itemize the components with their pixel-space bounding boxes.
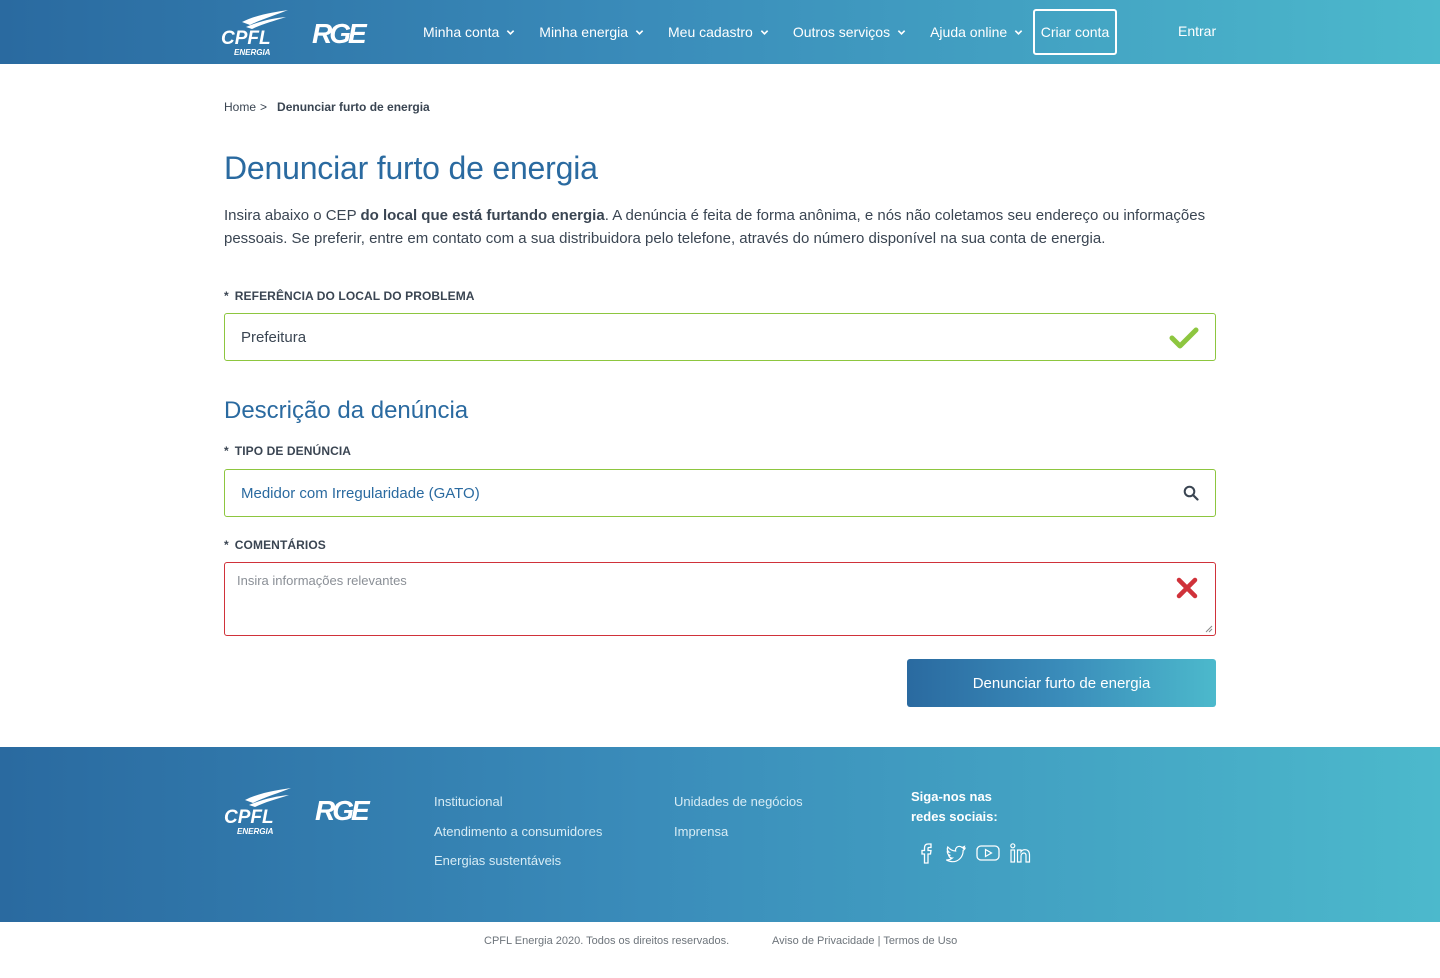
error-x-icon bbox=[1176, 577, 1198, 599]
nav-label: Outros serviços bbox=[792, 24, 891, 40]
ref-label-text: REFERÊNCIA DO LOCAL DO PROBLEMA bbox=[234, 289, 475, 303]
breadcrumb: Home > Denunciar furto de energia bbox=[224, 100, 430, 114]
cpfl-energia-logo[interactable]: CPFL ENERGIA bbox=[223, 785, 293, 837]
required-mark: * bbox=[224, 289, 229, 303]
required-mark: * bbox=[224, 538, 229, 552]
nav-minha-conta[interactable]: Minha conta bbox=[423, 24, 515, 40]
footer-cpfl-logo-text: CPFL bbox=[224, 807, 274, 828]
social-title: Siga-nos nas redes sociais: bbox=[911, 787, 998, 827]
policy-separator: | bbox=[877, 935, 881, 947]
footer-link-unidades[interactable]: Unidades de negócios bbox=[674, 793, 803, 811]
ref-field-label: * REFERÊNCIA DO LOCAL DO PROBLEMA bbox=[224, 289, 475, 303]
privacy-link[interactable]: Aviso de Privacidade bbox=[772, 935, 875, 947]
entrar-link[interactable]: Entrar bbox=[1178, 23, 1216, 39]
cpfl-logo-text: CPFL bbox=[221, 28, 271, 49]
nav-meu-cadastro[interactable]: Meu cadastro bbox=[668, 24, 769, 40]
intro-text: Insira abaixo o CEP do local que está fu… bbox=[224, 205, 1216, 250]
youtube-icon[interactable] bbox=[976, 842, 1000, 869]
tipo-label-text: TIPO DE DENÚNCIA bbox=[234, 444, 352, 458]
top-header: CPFL ENERGIA RGE Minha conta Minha energ… bbox=[0, 0, 1440, 64]
comentarios-placeholder: Insira informações relevantes bbox=[237, 573, 407, 588]
nav-minha-energia[interactable]: Minha energia bbox=[539, 24, 644, 40]
nav-label: Minha energia bbox=[539, 24, 629, 40]
nav-ajuda-online[interactable]: Ajuda online bbox=[930, 24, 1023, 40]
facebook-icon[interactable] bbox=[918, 842, 936, 869]
breadcrumb-current: Denunciar furto de energia bbox=[277, 100, 430, 114]
social-title-line2: redes sociais: bbox=[911, 809, 998, 824]
ref-local-input[interactable]: Prefeitura bbox=[224, 313, 1216, 361]
chevron-down-icon bbox=[1014, 29, 1023, 35]
chevron-down-icon bbox=[760, 29, 769, 35]
criar-conta-button[interactable]: Criar conta bbox=[1033, 9, 1117, 55]
footer-links-col1: Institucional Atendimento a consumidores… bbox=[434, 793, 602, 882]
nav-label: Minha conta bbox=[423, 24, 500, 40]
twitter-icon[interactable] bbox=[945, 842, 967, 869]
check-icon bbox=[1169, 327, 1199, 349]
ref-local-value: Prefeitura bbox=[241, 328, 307, 346]
page-title: Denunciar furto de energia bbox=[224, 150, 598, 186]
footer-link-atendimento[interactable]: Atendimento a consumidores bbox=[434, 823, 602, 841]
chevron-down-icon bbox=[897, 29, 906, 35]
comentarios-label-text: COMENTÁRIOS bbox=[234, 538, 326, 552]
comentarios-field-label: * COMENTÁRIOS bbox=[224, 538, 326, 552]
footer-link-imprensa[interactable]: Imprensa bbox=[674, 823, 803, 841]
main-nav: Minha conta Minha energia Meu cadastro O… bbox=[423, 0, 1047, 64]
social-title-line1: Siga-nos nas bbox=[911, 789, 992, 804]
denunciar-submit-button[interactable]: Denunciar furto de energia bbox=[907, 659, 1216, 707]
footer-links-col2: Unidades de negócios Imprensa bbox=[674, 793, 803, 852]
cpfl-logo-subtext: ENERGIA bbox=[234, 48, 271, 57]
copyright-text: CPFL Energia 2020. Todos os direitos res… bbox=[484, 935, 730, 947]
resize-handle-icon[interactable] bbox=[1205, 625, 1213, 633]
search-icon[interactable] bbox=[1183, 485, 1199, 501]
section-title: Descrição da denúncia bbox=[224, 397, 469, 424]
social-icons bbox=[918, 842, 1042, 869]
tipo-field-label: * TIPO DE DENÚNCIA bbox=[224, 444, 351, 458]
chevron-down-icon bbox=[635, 29, 644, 35]
intro-text-start: Insira abaixo o CEP bbox=[224, 207, 361, 224]
policy-links: Aviso de Privacidade | Termos de Uso bbox=[772, 935, 957, 947]
bottom-bar: CPFL Energia 2020. Todos os direitos res… bbox=[0, 922, 1440, 978]
footer: CPFL ENERGIA RGE Institucional Atendimen… bbox=[0, 747, 1440, 922]
footer-link-energias[interactable]: Energias sustentáveis bbox=[434, 852, 602, 870]
tipo-denuncia-value: Medidor com Irregularidade (GATO) bbox=[241, 484, 480, 502]
cpfl-energia-logo[interactable]: CPFL ENERGIA bbox=[220, 8, 290, 58]
nav-label: Ajuda online bbox=[930, 24, 1008, 40]
intro-text-bold: do local que está furtando energia bbox=[360, 207, 605, 224]
required-mark: * bbox=[224, 444, 229, 458]
tipo-denuncia-input[interactable]: Medidor com Irregularidade (GATO) bbox=[224, 469, 1216, 517]
rge-logo[interactable]: RGE bbox=[311, 18, 383, 48]
terms-link[interactable]: Termos de Uso bbox=[883, 935, 957, 947]
footer-cpfl-logo-subtext: ENERGIA bbox=[237, 827, 274, 836]
chevron-down-icon bbox=[507, 29, 515, 35]
breadcrumb-home[interactable]: Home bbox=[224, 100, 256, 114]
linkedin-icon[interactable] bbox=[1009, 842, 1033, 869]
breadcrumb-separator: > bbox=[260, 100, 268, 114]
rge-logo[interactable]: RGE bbox=[314, 795, 386, 825]
nav-label: Meu cadastro bbox=[668, 24, 753, 40]
rge-logo-text: RGE bbox=[312, 18, 368, 48]
footer-rge-logo-text: RGE bbox=[315, 795, 371, 825]
comentarios-textarea[interactable]: Insira informações relevantes bbox=[224, 562, 1216, 636]
nav-outros-servicos[interactable]: Outros serviços bbox=[793, 24, 906, 40]
footer-link-institucional[interactable]: Institucional bbox=[434, 793, 602, 811]
